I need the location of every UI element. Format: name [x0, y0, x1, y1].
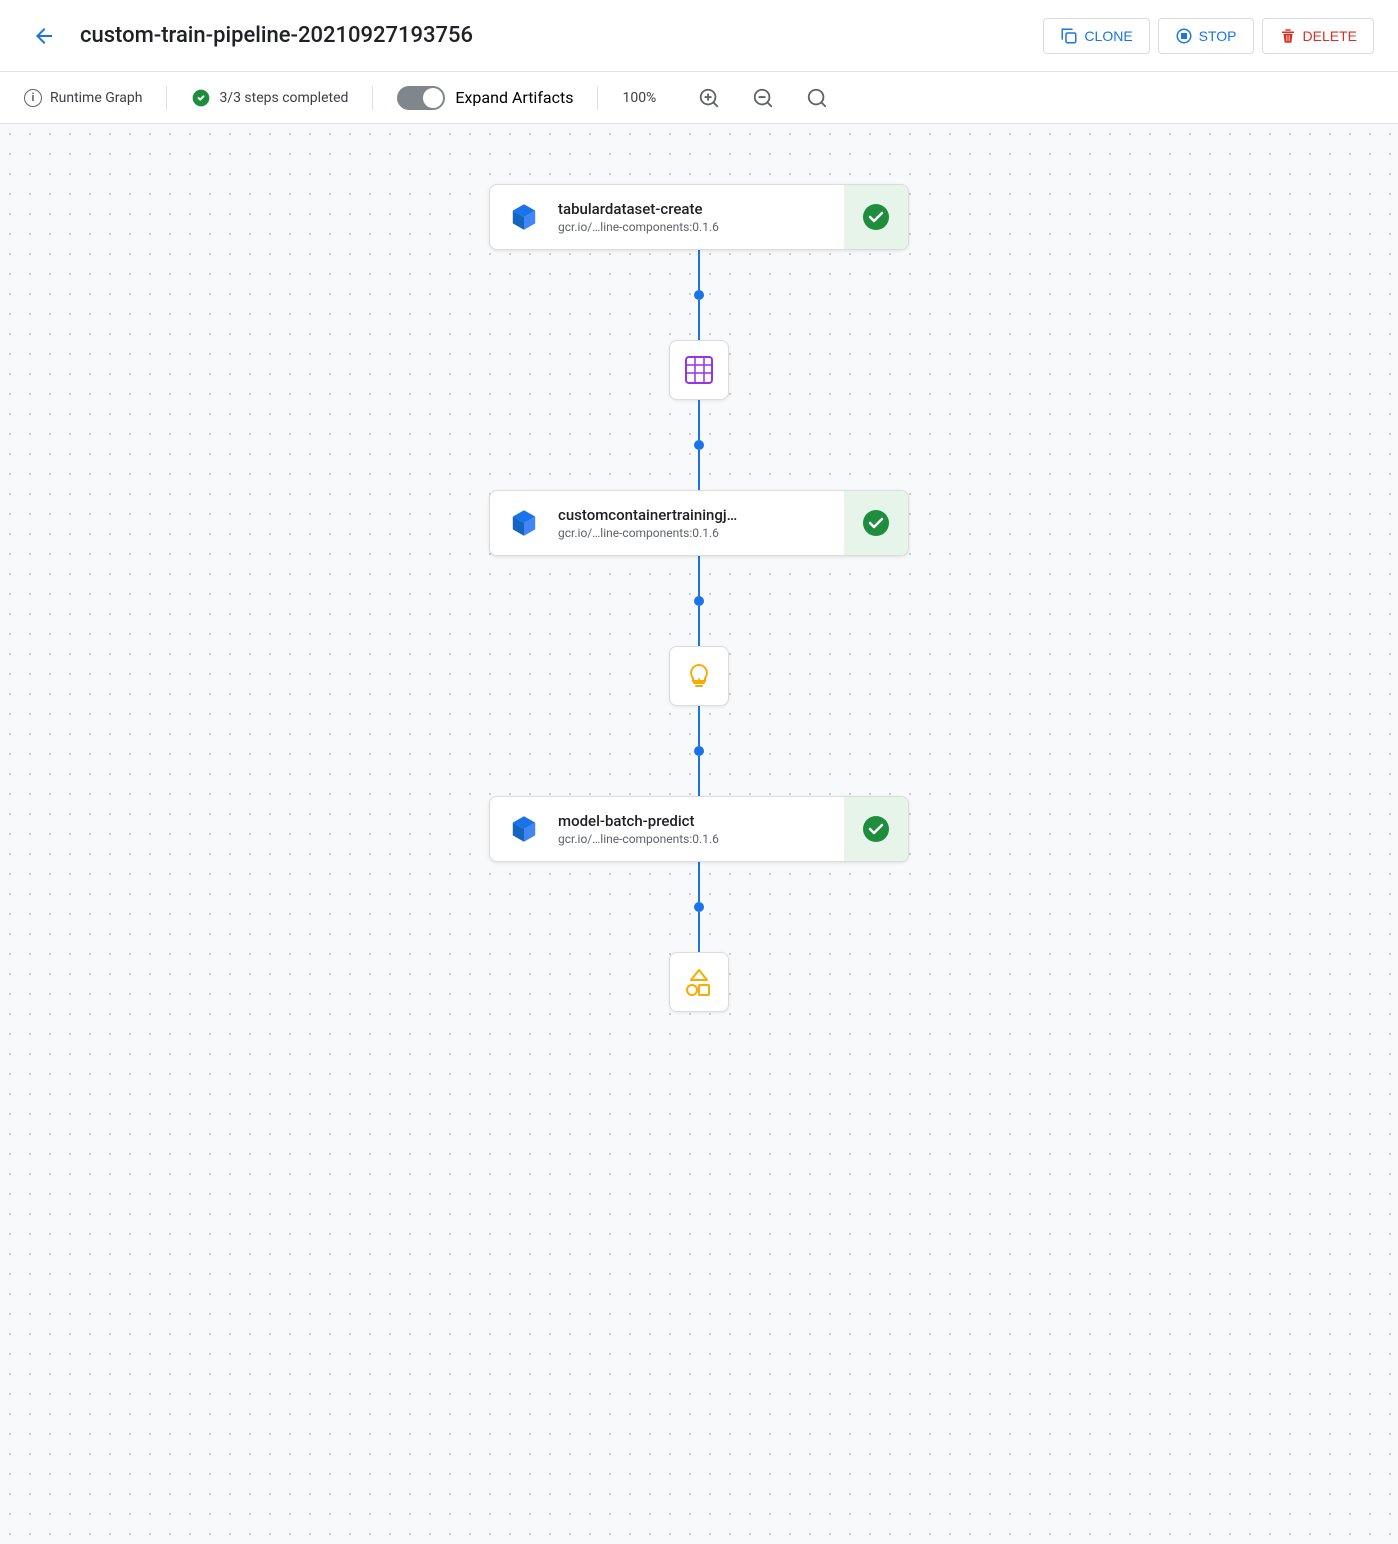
info-icon: i	[24, 89, 42, 107]
toggle-switch[interactable]	[397, 86, 445, 110]
connector-seg-2	[694, 400, 704, 490]
header: custom-train-pipeline-20210927193756 CLO…	[0, 0, 1398, 72]
connector-line-3b	[698, 606, 700, 646]
delete-button[interactable]: DELETE	[1262, 18, 1374, 54]
connector-seg-1	[694, 250, 704, 340]
delete-label: DELETE	[1303, 28, 1357, 44]
node-1-icon-area	[490, 185, 558, 249]
clone-label: CLONE	[1084, 28, 1132, 44]
connector-seg-3	[694, 556, 704, 646]
node-3-check-icon	[862, 815, 890, 843]
steps-check-icon	[191, 88, 211, 108]
steps-completed: 3/3 steps completed	[191, 88, 348, 108]
clone-button[interactable]: CLONE	[1043, 18, 1149, 54]
steps-completed-label: 3/3 steps completed	[219, 90, 348, 106]
stop-label: STOP	[1199, 28, 1237, 44]
connector-line-1b	[698, 300, 700, 340]
pipeline-graph: tabulardataset-create gcr.io/…line-compo…	[489, 184, 909, 1012]
node-2-check-icon	[862, 509, 890, 537]
connector-dot-2	[694, 440, 704, 450]
connector-seg-4	[694, 706, 704, 796]
pipeline-canvas: tabulardataset-create gcr.io/…line-compo…	[0, 124, 1398, 1544]
zoom-out-button[interactable]	[748, 83, 778, 113]
node-3-icon-area	[490, 797, 558, 861]
model-artifact-icon	[684, 661, 714, 691]
connector-line-4b	[698, 756, 700, 796]
runtime-graph-btn[interactable]: i Runtime Graph	[24, 89, 142, 107]
node-3-content: model-batch-predict gcr.io/…line-compone…	[558, 798, 844, 860]
stop-button[interactable]: STOP	[1158, 18, 1254, 54]
node-1-status	[844, 185, 908, 249]
toolbar-divider-2	[372, 86, 373, 110]
node-2-subtitle: gcr.io/…line-components:0.1.6	[558, 526, 844, 540]
node-2-title: customcontainertrainingj…	[558, 506, 844, 524]
artifact-node-3[interactable]	[669, 952, 729, 1012]
node-1-content: tabulardataset-create gcr.io/…line-compo…	[558, 186, 844, 248]
connector-dot-4	[694, 746, 704, 756]
header-actions: CLONE STOP DELETE	[1043, 18, 1374, 54]
artifact-node-2[interactable]	[669, 646, 729, 706]
artifact-node-1[interactable]	[669, 340, 729, 400]
back-button[interactable]	[24, 16, 64, 56]
connector-dot-5	[694, 902, 704, 912]
node-3-status	[844, 797, 908, 861]
zoom-reset-button[interactable]	[802, 83, 832, 113]
pipeline-node-2[interactable]: customcontainertrainingj… gcr.io/…line-c…	[489, 490, 909, 556]
expand-artifacts-label: Expand Artifacts	[455, 88, 573, 107]
connector-dot-3	[694, 596, 704, 606]
connector-line-1a	[698, 250, 700, 290]
connector-dot-1	[694, 290, 704, 300]
node-2-status	[844, 491, 908, 555]
pipeline-node-3[interactable]: model-batch-predict gcr.io/…line-compone…	[489, 796, 909, 862]
expand-artifacts-toggle[interactable]: Expand Artifacts	[397, 86, 573, 110]
node-3-subtitle: gcr.io/…line-components:0.1.6	[558, 832, 844, 846]
connector-line-4a	[698, 706, 700, 746]
runtime-graph-label: Runtime Graph	[50, 90, 142, 106]
connector-line-5b	[698, 912, 700, 952]
connector-seg-5	[694, 862, 704, 952]
node-1-check-icon	[862, 203, 890, 231]
node-3-title: model-batch-predict	[558, 812, 844, 830]
connector-line-3a	[698, 556, 700, 596]
toolbar-divider-1	[166, 86, 167, 110]
node-1-subtitle: gcr.io/…line-components:0.1.6	[558, 220, 844, 234]
node-2-content: customcontainertrainingj… gcr.io/…line-c…	[558, 492, 844, 554]
cube-icon-3	[508, 813, 540, 845]
node-1-title: tabulardataset-create	[558, 200, 844, 218]
table-artifact-icon	[683, 354, 715, 386]
node-2-icon-area	[490, 491, 558, 555]
connector-line-5a	[698, 862, 700, 902]
cube-icon-1	[508, 201, 540, 233]
zoom-in-button[interactable]	[694, 83, 724, 113]
cube-icon-2	[508, 507, 540, 539]
toolbar-divider-3	[597, 86, 598, 110]
toolbar: i Runtime Graph 3/3 steps completed Expa…	[0, 72, 1398, 124]
connector-line-2a	[698, 400, 700, 440]
zoom-level: 100%	[622, 90, 670, 106]
output-artifact-icon	[683, 966, 715, 998]
page-title: custom-train-pipeline-20210927193756	[80, 23, 1027, 48]
connector-line-2b	[698, 450, 700, 490]
pipeline-node-1[interactable]: tabulardataset-create gcr.io/…line-compo…	[489, 184, 909, 250]
